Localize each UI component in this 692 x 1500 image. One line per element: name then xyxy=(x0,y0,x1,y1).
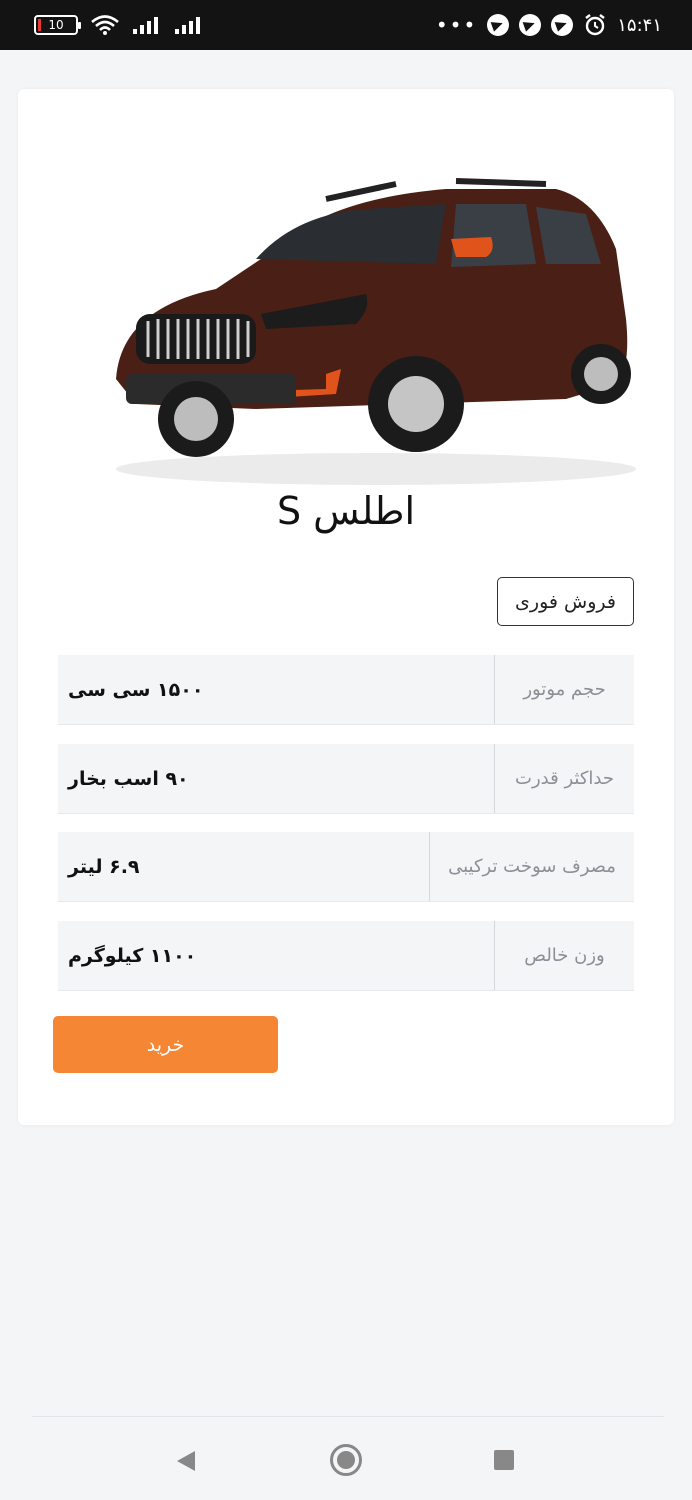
product-title: اطلس S xyxy=(276,489,416,533)
back-icon[interactable] xyxy=(175,1449,197,1473)
spec-row-fuel: مصرف سوخت ترکیبی ۶.۹ لیتر xyxy=(58,832,634,902)
spec-value: ۱۵۰۰ سی سی xyxy=(68,678,204,701)
signal-icon-1 xyxy=(133,17,158,34)
quick-sale-button[interactable]: فروش فوری xyxy=(497,577,634,626)
system-nav-bar xyxy=(32,1416,664,1500)
battery-icon: 10 xyxy=(34,15,81,35)
spec-value: ۹۰ اسب بخار xyxy=(68,767,189,790)
recent-apps-icon[interactable] xyxy=(494,1450,514,1470)
wifi-icon xyxy=(91,15,119,35)
battery-level: 10 xyxy=(48,18,64,32)
product-card: اطلس S فروش فوری حجم موتور ۱۵۰۰ سی سی حد… xyxy=(18,89,674,1125)
clock: ۱۵:۴۱ xyxy=(617,14,662,36)
spec-label: حداکثر قدرت xyxy=(494,744,634,813)
spec-value: ۶.۹ لیتر xyxy=(68,855,140,878)
telegram-icon xyxy=(519,14,542,36)
spec-row-weight: وزن خالص ۱۱۰۰ کیلوگرم xyxy=(58,921,634,991)
car-image xyxy=(116,178,636,485)
more-notifications-icon: ••• xyxy=(435,13,478,37)
home-icon[interactable] xyxy=(330,1444,362,1476)
telegram-icon xyxy=(487,14,510,36)
spec-label: حجم موتور xyxy=(494,655,634,724)
telegram-icon xyxy=(551,14,574,36)
spec-row-power: حداکثر قدرت ۹۰ اسب بخار xyxy=(58,744,634,814)
spec-label: وزن خالص xyxy=(494,921,634,990)
spec-label: مصرف سوخت ترکیبی xyxy=(429,832,634,901)
alarm-icon xyxy=(585,14,605,36)
buy-button[interactable]: خرید xyxy=(53,1016,278,1073)
spec-row-engine: حجم موتور ۱۵۰۰ سی سی xyxy=(58,655,634,725)
signal-icon-2 xyxy=(175,17,200,34)
status-bar: 10 ••• ۱۵:۴۱ xyxy=(0,0,692,50)
spec-value: ۱۱۰۰ کیلوگرم xyxy=(68,944,197,967)
